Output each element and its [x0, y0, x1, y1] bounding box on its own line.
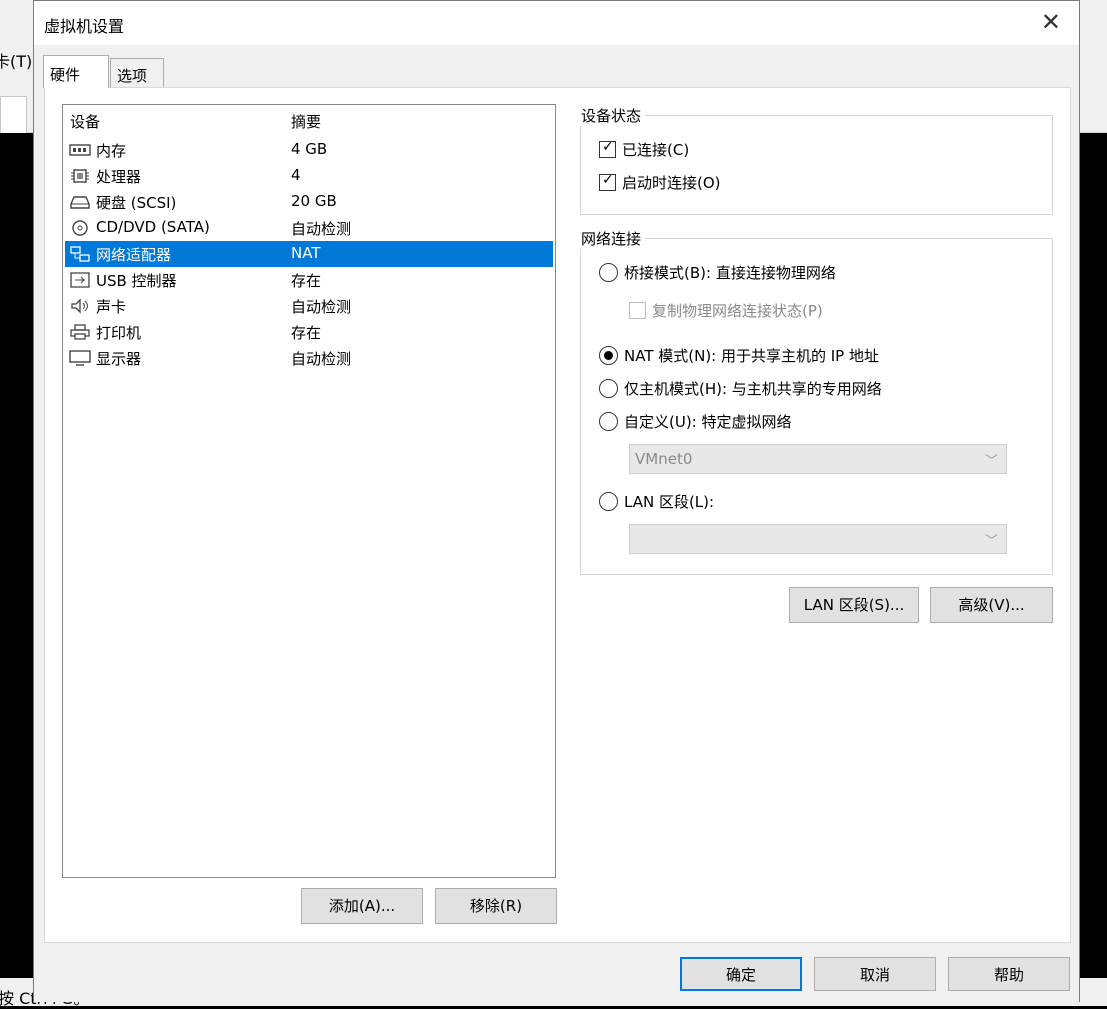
usb-icon: [69, 272, 91, 288]
lan-segments-button[interactable]: LAN 区段(S)...: [789, 587, 919, 623]
device-summary: 4: [291, 166, 301, 184]
device-name: 内存: [96, 142, 127, 160]
device-row-processor[interactable]: 处理器 4: [65, 163, 553, 189]
radio-selected-icon: [599, 346, 618, 365]
background-menu-item[interactable]: 卡(T): [0, 48, 32, 72]
connected-label: 已连接(C): [622, 141, 690, 159]
radio-icon: [599, 492, 618, 511]
device-row-network-adapter[interactable]: 网络适配器 NAT: [65, 241, 553, 267]
remove-device-button[interactable]: 移除(R): [435, 888, 557, 924]
chevron-down-icon: ﹀: [984, 534, 998, 549]
device-list[interactable]: 设备 摘要 内存 4 GB 处理器 4 硬盘 (SCSI) 20 GB CD/D…: [62, 104, 556, 878]
device-row-cd-dvd[interactable]: CD/DVD (SATA) 自动检测: [65, 215, 553, 241]
device-summary: 20 GB: [291, 192, 337, 210]
check-icon: ✓: [599, 172, 616, 191]
dialog-body: 硬件 选项 设备 摘要 内存 4 GB 处理器 4 硬盘 (SCSI) 20 G…: [34, 45, 1079, 1002]
chevron-down-icon: ﹀: [984, 454, 998, 469]
lan-segment-select[interactable]: ﹀: [629, 524, 1007, 554]
network-adapter-icon: [69, 246, 91, 262]
network-connection-legend: 网络连接: [577, 228, 646, 249]
close-icon[interactable]: ✕: [1041, 9, 1061, 35]
nat-radio[interactable]: NAT 模式(N): 用于共享主机的 IP 地址: [599, 345, 879, 366]
column-header-device[interactable]: 设备: [70, 111, 100, 132]
replicate-state-label: 复制物理网络连接状态(P): [652, 302, 823, 320]
lan-segment-radio[interactable]: LAN 区段(L):: [599, 491, 714, 512]
device-name: 网络适配器: [96, 246, 172, 264]
cd-dvd-icon: [69, 220, 91, 236]
device-row-sound-card[interactable]: 声卡 自动检测: [65, 293, 553, 319]
background-tab[interactable]: [0, 96, 27, 133]
dialog-title: 虚拟机设置: [44, 17, 125, 36]
add-device-button[interactable]: 添加(A)...: [301, 888, 423, 924]
host-only-label: 仅主机模式(H): 与主机共享的专用网络: [624, 380, 882, 398]
device-summary: 自动检测: [291, 298, 352, 316]
tab-hardware[interactable]: 硬件: [43, 55, 109, 88]
device-summary: NAT: [291, 244, 321, 262]
display-icon: [69, 350, 91, 366]
vmnet-select-value: VMnet0: [635, 450, 693, 468]
network-connection-group: 网络连接 桥接模式(B): 直接连接物理网络 复制物理网络连接状态(P) NAT…: [577, 228, 1053, 575]
help-button[interactable]: 帮助: [948, 957, 1070, 991]
printer-icon: [69, 324, 91, 340]
device-summary: 自动检测: [291, 350, 352, 368]
device-row-usb-controller[interactable]: USB 控制器 存在: [65, 267, 553, 293]
device-summary: 4 GB: [291, 140, 328, 158]
device-summary: 存在: [291, 272, 322, 290]
bridged-label: 桥接模式(B): 直接连接物理网络: [624, 264, 836, 282]
device-name: 打印机: [96, 324, 142, 342]
cancel-button[interactable]: 取消: [814, 957, 936, 991]
device-name: 声卡: [96, 298, 127, 316]
device-row-display[interactable]: 显示器 自动检测: [65, 345, 553, 371]
column-header-summary[interactable]: 摘要: [291, 111, 321, 132]
bridged-radio[interactable]: 桥接模式(B): 直接连接物理网络: [599, 262, 836, 283]
radio-icon: [599, 263, 618, 282]
device-name: CD/DVD (SATA): [96, 218, 210, 236]
custom-label: 自定义(U): 特定虚拟网络: [624, 413, 792, 431]
check-icon: ✓: [599, 139, 616, 158]
connect-at-power-on-checkbox[interactable]: ✓ 启动时连接(O): [599, 172, 721, 193]
device-summary: 存在: [291, 324, 322, 342]
checkbox-icon: [629, 302, 646, 319]
sound-card-icon: [69, 298, 91, 314]
hardware-panel: 设备 摘要 内存 4 GB 处理器 4 硬盘 (SCSI) 20 GB CD/D…: [44, 87, 1071, 943]
ok-button[interactable]: 确定: [680, 957, 802, 991]
device-status-legend: 设备状态: [577, 105, 646, 126]
device-row-hard-disk[interactable]: 硬盘 (SCSI) 20 GB: [65, 189, 553, 215]
advanced-button[interactable]: 高级(V)...: [930, 587, 1053, 623]
lan-segment-label: LAN 区段(L):: [624, 493, 715, 511]
memory-icon: [69, 142, 91, 158]
processor-icon: [69, 168, 91, 184]
device-summary: 自动检测: [291, 220, 352, 238]
replicate-state-checkbox[interactable]: 复制物理网络连接状态(P): [629, 300, 823, 321]
radio-icon: [599, 379, 618, 398]
dialog-titlebar[interactable]: 虚拟机设置 ✕: [34, 1, 1079, 45]
host-only-radio[interactable]: 仅主机模式(H): 与主机共享的专用网络: [599, 378, 882, 399]
device-name: 硬盘 (SCSI): [96, 194, 177, 212]
device-status-group: 设备状态 ✓ 已连接(C) ✓ 启动时连接(O): [577, 105, 1053, 215]
device-row-memory[interactable]: 内存 4 GB: [65, 137, 553, 163]
tab-options[interactable]: 选项: [110, 58, 164, 88]
hard-disk-icon: [69, 194, 91, 210]
connected-checkbox[interactable]: ✓ 已连接(C): [599, 139, 689, 160]
device-name: 显示器: [96, 350, 142, 368]
radio-icon: [599, 412, 618, 431]
vm-settings-dialog: 虚拟机设置 ✕ 硬件 选项 设备 摘要 内存 4 GB 处理器 4 硬盘 (SC…: [33, 0, 1080, 1002]
device-row-printer[interactable]: 打印机 存在: [65, 319, 553, 345]
vmnet-select[interactable]: VMnet0 ﹀: [629, 444, 1007, 474]
device-name: USB 控制器: [96, 272, 177, 290]
nat-label: NAT 模式(N): 用于共享主机的 IP 地址: [624, 347, 880, 365]
custom-radio[interactable]: 自定义(U): 特定虚拟网络: [599, 411, 792, 432]
device-name: 处理器: [96, 168, 142, 186]
connect-at-power-on-label: 启动时连接(O): [622, 174, 721, 192]
